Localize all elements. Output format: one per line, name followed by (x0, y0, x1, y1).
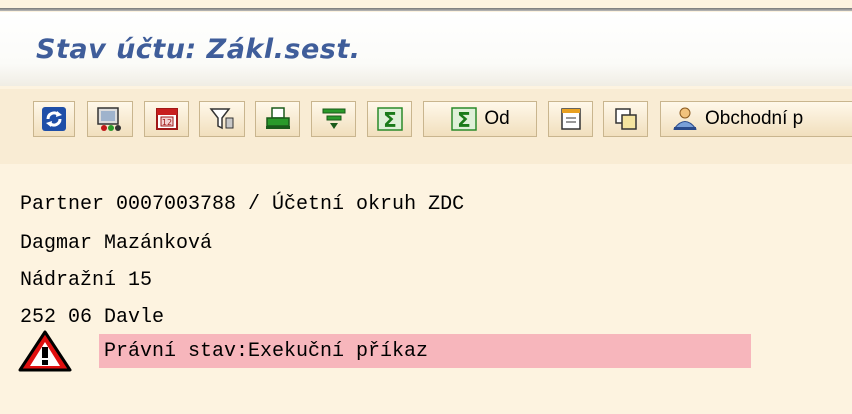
display-layout-button[interactable] (87, 101, 133, 137)
document-button[interactable] (548, 101, 593, 137)
partner-name: Dagmar Mazánková (20, 232, 213, 255)
calendar-icon: 12 (155, 108, 178, 130)
copy-button[interactable] (603, 101, 648, 137)
print-icon (265, 107, 290, 129)
warning-icon (18, 330, 72, 377)
sum-icon: Σ (376, 107, 403, 132)
document-icon (560, 108, 581, 130)
subtotal-button-label: Od (484, 108, 510, 129)
filter-button[interactable] (199, 101, 245, 137)
business-partner-button[interactable]: Obchodní p (660, 101, 852, 137)
page-title: Stav účtu: Zákl.sest. (36, 34, 361, 65)
partner-street: Nádražní 15 (20, 269, 153, 292)
copy-icon (614, 108, 637, 130)
display-layout-icon (97, 107, 121, 131)
subtotal-button[interactable]: Σ Od (423, 101, 537, 137)
refresh-button[interactable] (33, 101, 75, 137)
sort-filter-button[interactable] (311, 101, 356, 137)
subtotal-icon: Σ (451, 107, 478, 132)
filter-icon (209, 108, 234, 130)
top-rule (0, 8, 852, 11)
legal-status: Právní stav:Exekuční příkaz (104, 340, 429, 363)
partner-header: Partner 0007003788 / Účetní okruh ZDC (20, 193, 465, 216)
application-toolbar: 12 Σ Σ Od Obchodní p (0, 89, 852, 164)
refresh-icon (42, 107, 66, 131)
svg-text:12: 12 (161, 118, 171, 127)
partner-city: 252 06 Davle (20, 306, 165, 329)
sort-filter-icon (322, 108, 345, 129)
calendar-button[interactable]: 12 (144, 101, 189, 137)
sum-button[interactable]: Σ (367, 101, 412, 137)
business-partner-button-label: Obchodní p (705, 108, 804, 129)
business-partner-icon (673, 107, 697, 130)
print-button[interactable] (255, 101, 300, 137)
svg-text:Σ: Σ (457, 108, 471, 132)
svg-text:Σ: Σ (383, 108, 397, 132)
